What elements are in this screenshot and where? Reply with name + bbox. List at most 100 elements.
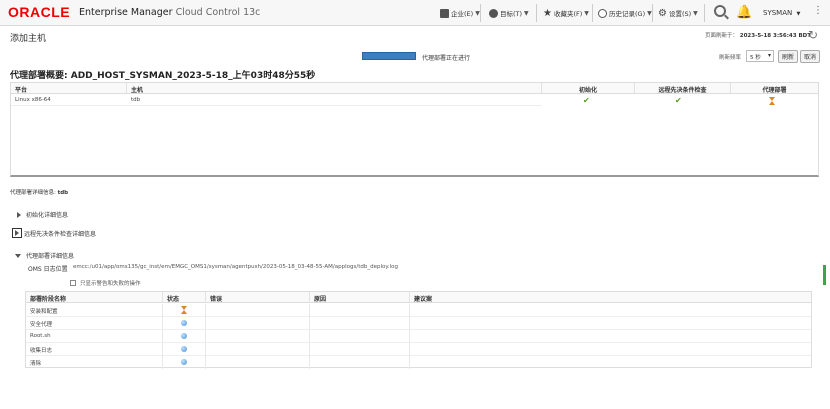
menu-divider <box>704 4 705 22</box>
table-row[interactable]: 收集日志 <box>26 343 811 356</box>
step-name: 安全代理 <box>26 317 163 330</box>
user-menu[interactable]: SYSMAN ▼ <box>763 9 800 17</box>
chevron-down-icon: ▼ <box>796 11 801 17</box>
more-options-icon[interactable]: ⋮ <box>813 5 823 16</box>
menu-setup-label: 设置(S) <box>668 10 692 18</box>
product-title: Enterprise Manager <box>79 7 173 18</box>
check-icon: ✔ <box>583 96 590 105</box>
warnings-only-label[interactable]: 只显示警告和失败的操作 <box>80 279 141 287</box>
collapse-icon <box>15 253 21 258</box>
oms-log-label: OMS 日志位置 <box>28 266 68 273</box>
history-icon <box>598 8 607 18</box>
menu-targets[interactable]: 目标(T) ▼ <box>486 5 532 21</box>
search-icon[interactable] <box>714 5 726 17</box>
menu-history-label: 历史记录(G) <box>609 10 646 18</box>
menu-enterprise-label: 企业(E) <box>451 10 474 18</box>
user-name: SYSMAN <box>763 9 793 17</box>
step-name: 清除 <box>26 356 163 369</box>
deployment-progress-bar <box>362 52 416 60</box>
step-status <box>163 330 206 343</box>
column-header-step[interactable]: 部署阶段名称 <box>26 292 163 303</box>
menu-history[interactable]: 历史记录(G) ▼ <box>595 5 655 21</box>
column-header-init[interactable]: 初始化 <box>542 83 635 94</box>
pending-icon <box>181 320 187 326</box>
chevron-down-icon: ▼ <box>524 9 529 17</box>
expand-icon <box>17 211 21 218</box>
pending-icon <box>181 359 187 365</box>
column-header-recommendation[interactable]: 建议案 <box>410 292 811 303</box>
step-error <box>206 356 310 369</box>
menu-setup[interactable]: ⚙ 设置(S) ▼ <box>655 5 701 21</box>
table-row[interactable]: 安全代理 <box>26 317 811 330</box>
column-header-status[interactable]: 状态 <box>163 292 206 303</box>
step-cause <box>310 304 410 317</box>
step-error <box>206 330 310 343</box>
summary-table: 平台 主机 初始化 远程先决条件检查 代理部署 Linux x86-64 tdb… <box>10 82 819 177</box>
column-header-platform[interactable]: 平台 <box>11 83 127 94</box>
menu-divider <box>652 4 653 22</box>
cell-host: tdb <box>127 95 542 106</box>
section-init-details[interactable]: 初始化详细信息 <box>17 210 68 219</box>
refresh-rate-label: 刷新频率 <box>719 55 742 61</box>
hourglass-icon <box>181 306 188 314</box>
step-cause <box>310 317 410 330</box>
step-status <box>163 343 206 356</box>
step-error <box>206 317 310 330</box>
step-error <box>206 343 310 356</box>
scroll-indicator[interactable] <box>823 265 826 285</box>
oracle-logo[interactable]: ORACLE <box>8 4 70 20</box>
table-row[interactable]: 清除 <box>26 356 811 369</box>
bell-icon[interactable]: 🔔 <box>736 5 752 20</box>
step-status <box>163 356 206 369</box>
column-header-host[interactable]: 主机 <box>127 83 542 94</box>
menu-favorites[interactable]: ★ 收藏夹(F) ▼ <box>540 5 592 21</box>
refresh-rate-select[interactable]: 5 秒 <box>746 50 774 62</box>
page-refresh-time: 2023-5-18 3:56:43 BDT <box>739 33 811 39</box>
menu-enterprise[interactable]: 企业(E) ▼ <box>437 5 483 21</box>
step-cause <box>310 330 410 343</box>
hourglass-icon <box>769 97 776 105</box>
enterprise-icon <box>440 8 449 18</box>
pending-icon <box>181 333 187 339</box>
menu-divider <box>592 4 593 22</box>
oms-log-path: emcc:/u01/app/oms135/gc_inst/em/EMGC_OMS… <box>73 264 398 270</box>
deployment-steps-table: 部署阶段名称 状态 错误 原因 建议案 安装和配置 安全代理 Root.sh 收… <box>25 291 812 369</box>
step-cause <box>310 356 410 369</box>
step-name: 收集日志 <box>26 343 163 356</box>
details-label: 代理部署详细信息: <box>10 190 56 196</box>
column-header-prereq[interactable]: 远程先决条件检查 <box>635 83 731 94</box>
summary-title: 代理部署概要: ADD_HOST_SYSMAN_2023-5-18_上午03时4… <box>10 71 316 81</box>
step-error <box>206 304 310 317</box>
column-header-cause[interactable]: 原因 <box>310 292 410 303</box>
step-name: 安装和配置 <box>26 304 163 317</box>
deployment-details-host: 代理部署详细信息: tdb <box>10 188 68 196</box>
column-header-error[interactable]: 错误 <box>206 292 310 303</box>
progress-label: 代理部署正在进行 <box>422 55 471 62</box>
chevron-down-icon: ▼ <box>584 9 589 17</box>
cancel-button[interactable]: 取消 <box>800 50 820 63</box>
refresh-icon[interactable]: ↻ <box>808 28 818 42</box>
step-status <box>163 317 206 330</box>
menu-targets-label: 目标(T) <box>500 10 523 18</box>
top-bar: ORACLE Enterprise Manager Cloud Control … <box>0 0 830 26</box>
menu-divider <box>480 4 481 22</box>
table-row[interactable]: Root.sh <box>26 330 811 343</box>
gear-icon: ⚙ <box>658 7 667 19</box>
section-prereq-details[interactable]: 远程先决条件检查详细信息 <box>12 228 96 238</box>
star-icon: ★ <box>543 7 552 19</box>
product-subtitle: Cloud Control 13c <box>175 7 261 18</box>
page-refresh-info: 页面刷新于： 2023-5-18 3:56:43 BDT <box>705 31 811 39</box>
column-header-deploy[interactable]: 代理部署 <box>731 83 818 94</box>
warnings-only-checkbox[interactable] <box>70 280 76 286</box>
section-deploy-label: 代理部署详细信息 <box>26 253 75 260</box>
pending-icon <box>181 346 187 352</box>
details-host: tdb <box>57 190 69 196</box>
refresh-button[interactable]: 刷新 <box>778 50 798 63</box>
menu-divider <box>536 4 537 22</box>
target-icon <box>489 8 498 18</box>
step-name: Root.sh <box>26 330 163 343</box>
section-prereq-label: 远程先决条件检查详细信息 <box>24 230 97 238</box>
section-deploy-details[interactable]: 代理部署详细信息 <box>15 251 74 260</box>
cell-platform: Linux x86-64 <box>11 95 127 106</box>
table-row[interactable]: 安装和配置 <box>26 304 811 317</box>
